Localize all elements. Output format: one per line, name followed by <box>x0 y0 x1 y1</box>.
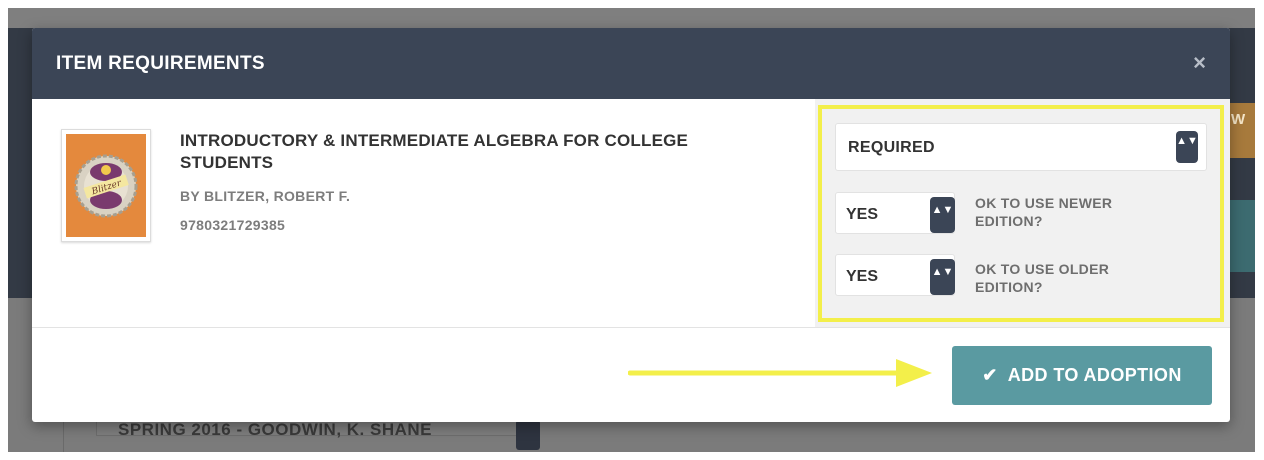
annotation-highlight-box <box>818 105 1224 322</box>
book-isbn: 9780321729385 <box>180 217 286 233</box>
background-term-select-text: SPRING 2016 - GOODWIN, K. SHANE <box>118 420 432 439</box>
item-requirements-modal: ITEM REQUIREMENTS × Blitzer INTRODUCTORY… <box>32 28 1230 422</box>
background-select-button <box>516 420 540 450</box>
check-icon: ✔ <box>982 365 998 385</box>
add-to-adoption-button[interactable]: ✔ ADD TO ADOPTION <box>952 346 1212 405</box>
footer-divider <box>32 327 1230 328</box>
add-to-adoption-label: ADD TO ADOPTION <box>1007 365 1182 385</box>
book-author: BY BLITZER, ROBERT F. <box>180 188 351 204</box>
background-edge-label: W <box>1231 111 1246 128</box>
annotation-arrow-icon <box>628 359 932 387</box>
close-icon[interactable]: × <box>1193 50 1206 76</box>
book-title: INTRODUCTORY & INTERMEDIATE ALGEBRA FOR … <box>180 131 689 172</box>
modal-header: ITEM REQUIREMENTS × <box>32 28 1230 99</box>
bottle-cap-blitzer-icon: Blitzer <box>66 134 146 237</box>
book-cover: Blitzer <box>61 129 151 242</box>
modal-title: ITEM REQUIREMENTS <box>56 53 265 74</box>
